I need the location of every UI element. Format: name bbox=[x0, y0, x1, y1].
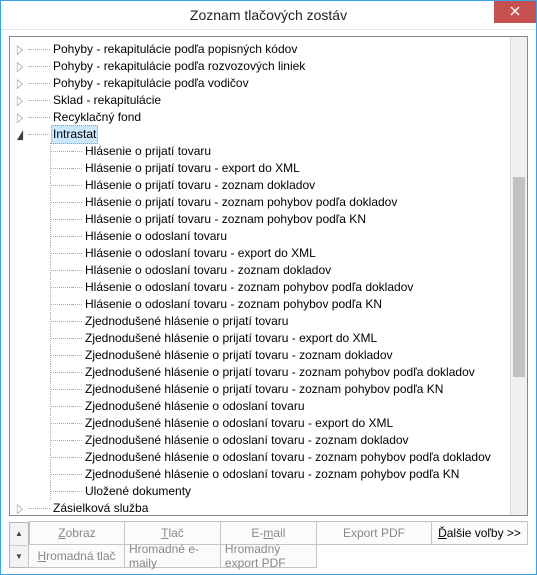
tree-child[interactable]: Hlásenie o odoslaní tovaru - zoznam pohy… bbox=[12, 279, 508, 296]
collapse-icon[interactable]: ◢ bbox=[14, 129, 26, 141]
exportpdf-button[interactable]: Export PDF bbox=[316, 521, 432, 545]
tree-item[interactable]: ▷Pohyby - rekapitulácie podľa vodičov bbox=[12, 75, 508, 92]
tree-child[interactable]: Zjednodušené hlásenie o odoslaní tovaru bbox=[12, 398, 508, 415]
tree-item[interactable]: ▷ Zásielková služba bbox=[12, 500, 508, 515]
expand-icon[interactable]: ▷ bbox=[14, 503, 26, 515]
scrollbar-thumb[interactable] bbox=[513, 177, 525, 377]
tree-label: Hlásenie o prijatí tovaru bbox=[83, 143, 213, 160]
tree-label: Zjednodušené hlásenie o odoslaní tovaru … bbox=[83, 432, 411, 449]
tree-panel: ▷ Pohyby - rekapitulácie podľa popisných … bbox=[9, 36, 528, 516]
tree-label: Zjednodušené hlásenie o prijatí tovaru bbox=[83, 313, 290, 330]
close-icon bbox=[510, 5, 520, 19]
tree-child[interactable]: Zjednodušené hlásenie o odoslaní tovaru … bbox=[12, 415, 508, 432]
tree-item-selected[interactable]: ◢ Intrastat bbox=[12, 126, 508, 143]
tree-item[interactable]: ▷Pohyby - rekapitulácie podľa popisných … bbox=[12, 41, 508, 58]
tree-child[interactable]: Zjednodušené hlásenie o prijatí tovaru -… bbox=[12, 381, 508, 398]
tree[interactable]: ▷ Pohyby - rekapitulácie podľa popisných … bbox=[10, 37, 510, 515]
tree-label: Hlásenie o odoslaní tovaru - zoznam pohy… bbox=[83, 296, 384, 313]
spin-up[interactable]: ▲ bbox=[10, 523, 28, 546]
spin-down[interactable]: ▼ bbox=[10, 546, 28, 568]
tree-child[interactable]: Zjednodušené hlásenie o prijatí tovaru -… bbox=[12, 364, 508, 381]
tree-label: Zjednodušené hlásenie o odoslaní tovaru … bbox=[83, 466, 461, 483]
tree-child[interactable]: Zjednodušené hlásenie o odoslaní tovaru … bbox=[12, 449, 508, 466]
tree-label: Hlásenie o prijatí tovaru - zoznam pohyb… bbox=[83, 211, 368, 228]
tree-label: Hlásenie o odoslaní tovaru - zoznam dokl… bbox=[83, 262, 333, 279]
tree-label: Hlásenie o prijatí tovaru - zoznam dokla… bbox=[83, 177, 317, 194]
tree-child[interactable]: Hlásenie o prijatí tovaru - zoznam pohyb… bbox=[12, 211, 508, 228]
tree-label: Intrastat bbox=[51, 125, 98, 144]
tree-item[interactable]: ▷Recyklačný fond bbox=[12, 109, 508, 126]
tree-label: Zjednodušené hlásenie o odoslaní tovaru … bbox=[83, 415, 395, 432]
tree-label: Hlásenie o prijatí tovaru - zoznam pohyb… bbox=[83, 194, 399, 211]
close-button[interactable] bbox=[494, 1, 536, 23]
buttons-grid: Zobraz Tlač E-mail Export PDF Ďalšie voľ… bbox=[29, 522, 528, 568]
content: ▷ Pohyby - rekapitulácie podľa popisných … bbox=[1, 30, 536, 574]
tree-child[interactable]: Zjednodušené hlásenie o prijatí tovaru -… bbox=[12, 330, 508, 347]
triangle-up-icon: ▲ bbox=[15, 529, 23, 538]
window: Zoznam tlačových zostáv ▷Pohyby - rekapi… bbox=[0, 0, 537, 575]
tree-item[interactable]: ▷Sklad - rekapitulácie bbox=[12, 92, 508, 109]
tree-child[interactable]: Hlásenie o odoslaní tovaru - export do X… bbox=[12, 245, 508, 262]
tree-child[interactable]: Zjednodušené hlásenie o odoslaní tovaru … bbox=[12, 466, 508, 483]
tree-label: Zjednodušené hlásenie o odoslaní tovaru … bbox=[83, 449, 493, 466]
button-bar: ▲ ▼ Zobraz Tlač E-mail Export PDF Ďalšie… bbox=[9, 522, 528, 568]
hromadne-emaily-button[interactable]: Hromadné e-maily bbox=[124, 544, 221, 568]
tree-item[interactable]: ▷Pohyby - rekapitulácie podľa rozvozovýc… bbox=[12, 58, 508, 75]
tree-label: Hlásenie o prijatí tovaru - export do XM… bbox=[83, 160, 302, 177]
tree-child[interactable]: Uložené dokumenty bbox=[12, 483, 508, 500]
titlebar: Zoznam tlačových zostáv bbox=[1, 1, 536, 30]
tree-child[interactable]: Zjednodušené hlásenie o odoslaní tovaru … bbox=[12, 432, 508, 449]
tree-child[interactable]: Hlásenie o prijatí tovaru - zoznam dokla… bbox=[12, 177, 508, 194]
tree-label: Zásielková služba bbox=[51, 500, 150, 515]
tree-label: Recyklačný fond bbox=[51, 109, 143, 126]
tree-label: Hlásenie o odoslaní tovaru bbox=[83, 228, 229, 245]
tree-child[interactable]: Hlásenie o odoslaní tovaru - zoznam dokl… bbox=[12, 262, 508, 279]
scrollbar[interactable] bbox=[510, 37, 527, 515]
triangle-down-icon: ▼ bbox=[15, 552, 23, 561]
tree-child[interactable]: Hlásenie o odoslaní tovaru - zoznam pohy… bbox=[12, 296, 508, 313]
tree-child[interactable]: Hlásenie o odoslaní tovaru bbox=[12, 228, 508, 245]
tree-child[interactable]: Hlásenie o prijatí tovaru - export do XM… bbox=[12, 160, 508, 177]
dalsie-volby-button[interactable]: Ďalšie voľby >> bbox=[431, 521, 528, 545]
tree-label: Zjednodušené hlásenie o prijatí tovaru -… bbox=[83, 330, 379, 347]
zobraz-button[interactable]: Zobraz bbox=[29, 521, 125, 545]
window-title: Zoznam tlačových zostáv bbox=[1, 7, 536, 23]
tree-label: Uložené dokumenty bbox=[83, 483, 193, 500]
tree-child[interactable]: Hlásenie o prijatí tovaru bbox=[12, 143, 508, 160]
tree-label: Pohyby - rekapitulácie podľa vodičov bbox=[51, 75, 251, 92]
tree-label: Hlásenie o odoslaní tovaru - zoznam pohy… bbox=[83, 279, 415, 296]
hromadny-export-button[interactable]: Hromadný export PDF bbox=[220, 544, 317, 568]
tree-label: Sklad - rekapitulácie bbox=[51, 92, 163, 109]
hromadna-tlac-button[interactable]: Hromadná tlač bbox=[28, 544, 125, 568]
tree-child[interactable]: Zjednodušené hlásenie o prijatí tovaru -… bbox=[12, 347, 508, 364]
tree-label: Hlásenie o odoslaní tovaru - export do X… bbox=[83, 245, 318, 262]
tree-label: Zjednodušené hlásenie o prijatí tovaru -… bbox=[83, 381, 445, 398]
tree-label: Pohyby - rekapitulácie podľa popisných k… bbox=[51, 41, 299, 58]
tree-child[interactable]: Zjednodušené hlásenie o prijatí tovaru bbox=[12, 313, 508, 330]
tree-label: Pohyby - rekapitulácie podľa rozvozových… bbox=[51, 58, 307, 75]
tree-label: Zjednodušené hlásenie o odoslaní tovaru bbox=[83, 398, 307, 415]
tree-label: Zjednodušené hlásenie o prijatí tovaru -… bbox=[83, 364, 477, 381]
tree-child[interactable]: Hlásenie o prijatí tovaru - zoznam pohyb… bbox=[12, 194, 508, 211]
spin-buttons: ▲ ▼ bbox=[9, 522, 29, 568]
tree-label: Zjednodušené hlásenie o prijatí tovaru -… bbox=[83, 347, 395, 364]
